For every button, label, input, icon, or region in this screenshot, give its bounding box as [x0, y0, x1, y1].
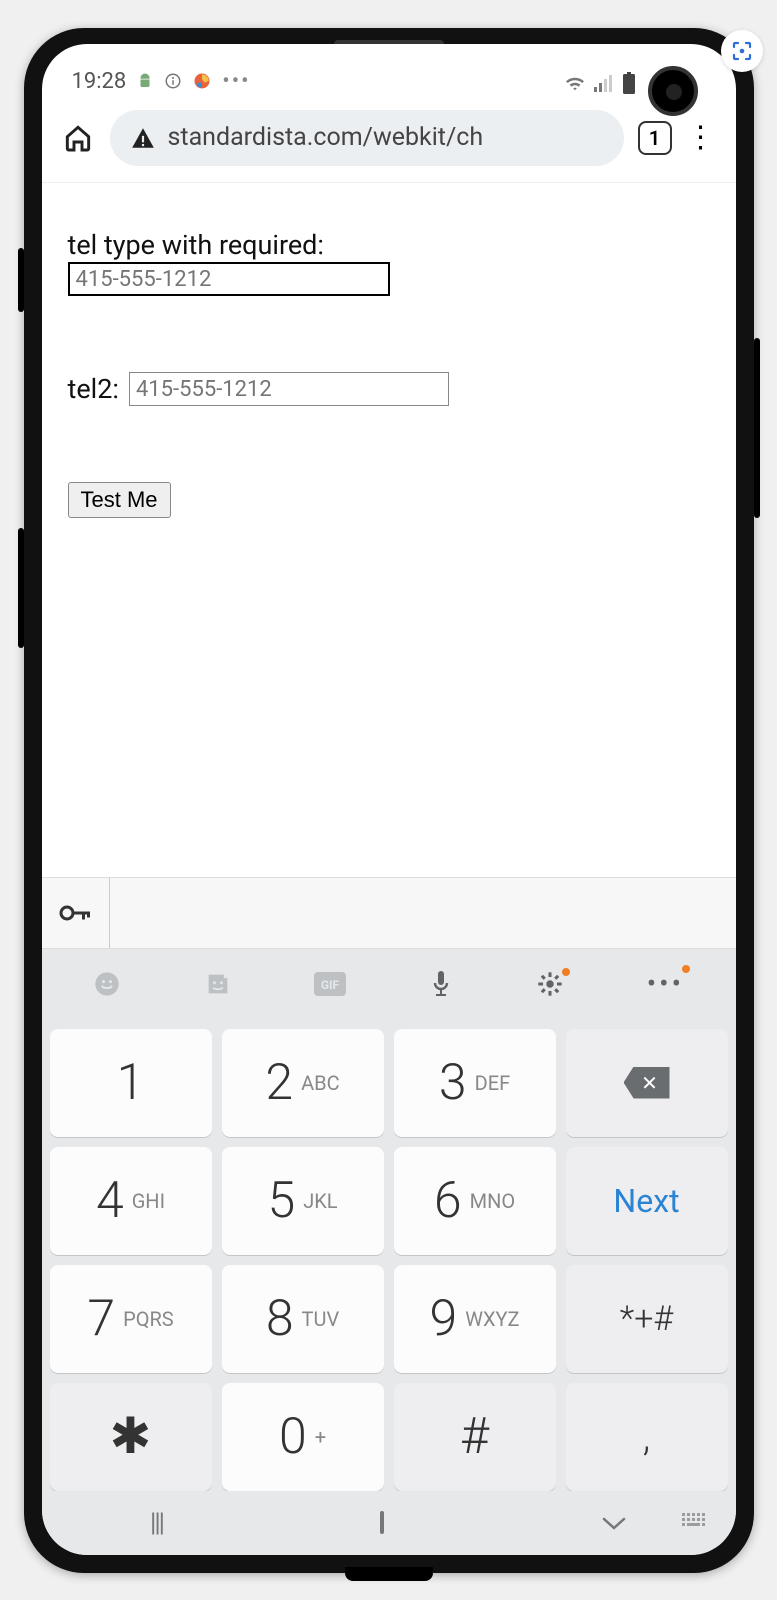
tel1-input[interactable] — [68, 262, 390, 296]
key-5[interactable]: 5JKL — [222, 1147, 384, 1255]
side-button — [754, 338, 760, 518]
home-icon[interactable] — [62, 122, 96, 154]
password-key-icon[interactable] — [42, 878, 110, 948]
sticker-icon[interactable] — [204, 970, 232, 998]
keyboard-tool-row: GIF ••• — [42, 949, 736, 1019]
keyboard-switch-icon[interactable] — [682, 1513, 708, 1533]
tabs-button[interactable]: 1 — [638, 121, 672, 155]
gif-icon[interactable]: GIF — [314, 972, 346, 996]
tel2-input[interactable] — [129, 372, 449, 406]
side-button — [18, 528, 24, 648]
usb-connector — [345, 1567, 433, 1581]
phone-device-frame: 19:28 ••• — [24, 28, 754, 1573]
key-0[interactable]: 0+ — [222, 1383, 384, 1491]
numeric-keypad: 1 2ABC 3DEF ✕ 4GHI 5JKL 6MNO Next 7PQRS … — [42, 1019, 736, 1491]
android-icon — [136, 72, 154, 90]
key-2[interactable]: 2ABC — [222, 1029, 384, 1137]
keyboard-more-icon[interactable]: ••• — [647, 967, 684, 1000]
tel1-label: tel type with required: — [68, 229, 710, 261]
backspace-icon: ✕ — [624, 1067, 670, 1099]
keyboard-settings-icon[interactable] — [536, 970, 564, 998]
key-3[interactable]: 3DEF — [394, 1029, 556, 1137]
side-button — [18, 248, 24, 312]
keyboard-suggestion-bar — [42, 877, 736, 949]
signal-icon — [594, 74, 614, 92]
clock: 19:28 — [72, 69, 127, 94]
key-1[interactable]: 1 — [50, 1029, 212, 1137]
insecure-site-icon — [130, 125, 156, 151]
key-backspace[interactable]: ✕ — [566, 1029, 728, 1137]
svg-text:GIF: GIF — [321, 978, 340, 992]
key-comma[interactable]: , — [566, 1383, 728, 1491]
tab-count: 1 — [649, 126, 660, 150]
home-button[interactable] — [380, 1513, 384, 1532]
key-8[interactable]: 8TUV — [222, 1265, 384, 1373]
key-star[interactable]: ✱ — [50, 1383, 212, 1491]
recents-button[interactable]: ||| — [150, 1508, 163, 1538]
info-icon — [164, 72, 182, 90]
voice-input-icon[interactable] — [429, 969, 453, 999]
back-button[interactable] — [601, 1514, 627, 1532]
key-next[interactable]: Next — [566, 1147, 728, 1255]
emoji-icon[interactable] — [93, 970, 121, 998]
status-bar: 19:28 ••• — [42, 44, 736, 100]
key-7[interactable]: 7PQRS — [50, 1265, 212, 1373]
page-content: tel type with required: tel2: Test Me — [42, 183, 736, 877]
key-4[interactable]: 4GHI — [50, 1147, 212, 1255]
url-bar[interactable]: standardista.com/webkit/ch — [110, 110, 624, 166]
front-camera — [648, 66, 698, 116]
more-notifications-icon: ••• — [222, 69, 250, 94]
system-nav-bar: ||| — [42, 1491, 736, 1555]
test-me-button[interactable]: Test Me — [68, 482, 171, 518]
tel2-label: tel2: — [68, 373, 119, 405]
battery-icon — [622, 72, 636, 94]
key-hash[interactable]: # — [394, 1383, 556, 1491]
browser-toolbar: standardista.com/webkit/ch 1 ⋮ — [42, 100, 736, 183]
browser-app-icon — [192, 71, 212, 91]
screenshot-crop-button[interactable] — [721, 30, 763, 72]
key-9[interactable]: 9WXYZ — [394, 1265, 556, 1373]
url-text: standardista.com/webkit/ch — [168, 123, 604, 152]
wifi-icon — [564, 74, 586, 92]
key-6[interactable]: 6MNO — [394, 1147, 556, 1255]
key-symbols[interactable]: *+# — [566, 1265, 728, 1373]
